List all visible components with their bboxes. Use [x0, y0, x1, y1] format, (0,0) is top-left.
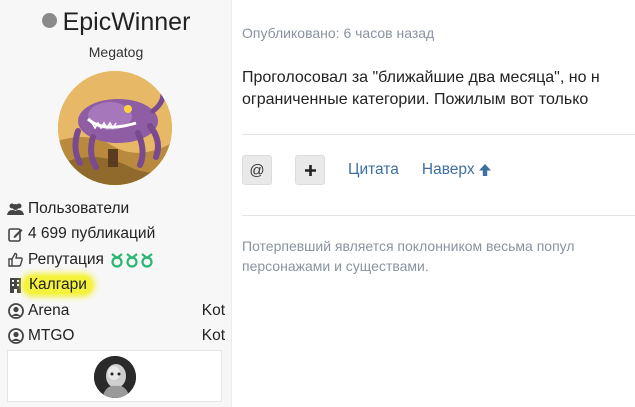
post-date[interactable]: Опубликовано: 6 часов назад	[242, 25, 434, 41]
author-panel: EpicWinner Megatog Пользователи 4 699 пу…	[0, 0, 232, 407]
multiquote-button[interactable]	[295, 155, 325, 185]
post-count-link[interactable]: 4 699 публикаций	[28, 225, 155, 243]
author-name[interactable]: EpicWinner	[63, 8, 191, 36]
location-highlight: Калгари	[24, 276, 92, 295]
author-avatar[interactable]	[58, 71, 172, 185]
edit-icon	[7, 226, 24, 243]
post-body: Проголосовал за "ближайшие два месяца", …	[242, 67, 635, 111]
location-text: Калгари	[29, 276, 87, 294]
thumbs-up-icon	[7, 251, 24, 268]
mtgo-label: MTGO	[28, 327, 75, 345]
post-body-line: Проголосовал за "ближайшие два месяца", …	[242, 69, 600, 86]
signature-line: Потерпевший является поклонником весьма …	[242, 238, 575, 254]
author-info-list: Пользователи 4 699 публикаций Репутация	[7, 196, 225, 349]
mtgo-value: Kot	[201, 327, 225, 345]
user-circle-icon	[7, 302, 24, 319]
divider	[242, 215, 635, 216]
post-body-line: ограниченные категории. Пожилым вот толь…	[242, 91, 589, 108]
back-to-top-link[interactable]: Наверх	[422, 161, 492, 179]
info-row-reputation: Репутация	[7, 247, 225, 273]
quote-link[interactable]: Цитата	[348, 161, 399, 179]
post-content-area: Опубликовано: 6 часов назад Проголосовал…	[242, 0, 635, 407]
info-row-group: Пользователи	[7, 196, 225, 222]
author-title: Megatog	[88, 44, 144, 60]
arena-label: Arena	[28, 301, 70, 319]
reputation-badge-icon	[110, 252, 155, 268]
arena-value: Kot	[201, 301, 225, 319]
signature-line: персонажами и существами.	[242, 258, 429, 274]
reputation-label: Репутация	[28, 250, 104, 268]
building-icon	[7, 277, 24, 294]
back-to-top-label: Наверх	[421, 161, 475, 178]
mention-button[interactable]: @	[242, 155, 272, 185]
info-row-location: Калгари	[7, 273, 225, 299]
divider	[242, 134, 635, 135]
author-name-row: EpicWinner	[0, 8, 232, 37]
info-row-posts: 4 699 публикаций	[7, 222, 225, 248]
info-row-arena: Arena Kot	[7, 298, 225, 324]
users-icon	[7, 200, 24, 217]
achievement-badge-image[interactable]	[94, 356, 136, 398]
offline-status-dot	[41, 13, 57, 28]
arrow-up-icon	[478, 164, 491, 176]
achievement-box	[7, 350, 222, 402]
post-signature: Потерпевший является поклонником весьма …	[242, 236, 635, 276]
post-actions: @ Цитата Наверх	[242, 155, 515, 185]
member-group-link[interactable]: Пользователи	[28, 200, 129, 218]
user-circle-icon	[7, 328, 24, 345]
info-row-mtgo: MTGO Kot	[7, 324, 225, 350]
plus-icon	[304, 164, 316, 176]
